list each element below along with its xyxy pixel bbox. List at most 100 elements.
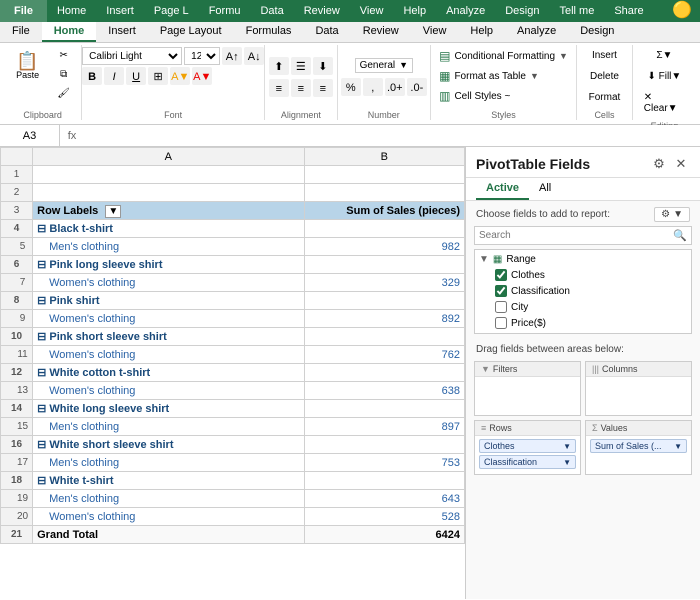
data-tab[interactable]: Data xyxy=(250,0,293,22)
ribbon-tab-review[interactable]: Review xyxy=(351,22,411,42)
cell-styles-button[interactable]: ▥ Cell Styles ~ xyxy=(432,87,575,105)
cell-b10[interactable] xyxy=(304,328,464,346)
align-middle-button[interactable]: ☰ xyxy=(291,57,311,75)
help-tab[interactable]: Help xyxy=(393,0,436,22)
ribbon-tab-design[interactable]: Design xyxy=(568,22,626,42)
home-tab[interactable]: Home xyxy=(47,0,96,22)
cell-b9[interactable]: 892 xyxy=(304,310,464,328)
font-size-select[interactable]: 12 xyxy=(184,47,220,65)
cell-b1[interactable] xyxy=(304,166,464,184)
percent-button[interactable]: % xyxy=(341,78,361,96)
clear-button[interactable]: ✕ Clear▼ xyxy=(639,89,690,117)
formulas-tab[interactable]: Formu xyxy=(199,0,251,22)
insert-tab[interactable]: Insert xyxy=(96,0,144,22)
cut-button[interactable]: ✂ xyxy=(50,47,78,64)
field-checkbox-price[interactable] xyxy=(495,317,507,329)
pivot-gear-button[interactable]: ⚙ xyxy=(650,155,668,173)
align-left-button[interactable]: ≡ xyxy=(269,79,289,97)
cell-b11[interactable]: 762 xyxy=(304,346,464,364)
align-top-button[interactable]: ⬆ xyxy=(269,57,289,75)
align-center-button[interactable]: ≡ xyxy=(291,79,311,97)
ribbon-tab-insert[interactable]: Insert xyxy=(96,22,148,42)
autosum-button[interactable]: Σ▼ xyxy=(650,47,678,64)
copy-button[interactable]: ⧉ xyxy=(50,66,78,83)
field-checkbox-classification[interactable] xyxy=(495,285,507,297)
ribbon-tab-home[interactable]: Home xyxy=(42,22,97,42)
border-button[interactable]: ⊞ xyxy=(148,67,168,85)
cell-b4[interactable] xyxy=(304,220,464,238)
cell-a18[interactable]: ⊟ White t-shirt xyxy=(33,472,304,490)
ribbon-tab-pagelayout[interactable]: Page Layout xyxy=(148,22,234,42)
cell-a17[interactable]: Men's clothing xyxy=(33,454,304,472)
paste-button[interactable]: 📋 Paste xyxy=(8,47,48,85)
field-group-range-header[interactable]: ▼ ▦ Range xyxy=(479,252,687,267)
format-as-table-button[interactable]: ▦ Format as Table ▼ xyxy=(432,67,575,85)
review-tab[interactable]: Review xyxy=(294,0,350,22)
analyze-tab[interactable]: Analyze xyxy=(436,0,495,22)
fill-color-button[interactable]: A▼ xyxy=(170,67,190,85)
cell-a15[interactable]: Men's clothing xyxy=(33,418,304,436)
cell-a8[interactable]: ⊟ Pink shirt xyxy=(33,292,304,310)
cell-b19[interactable]: 643 xyxy=(304,490,464,508)
cell-b18[interactable] xyxy=(304,472,464,490)
cell-a6[interactable]: ⊟ Pink long sleeve shirt xyxy=(33,256,304,274)
cell-a4[interactable]: ⊟ Black t-shirt xyxy=(33,220,304,238)
design-tab[interactable]: Design xyxy=(495,0,549,22)
rows-chip-classification-arrow[interactable]: ▼ xyxy=(563,458,571,467)
cell-b15[interactable]: 897 xyxy=(304,418,464,436)
insert-cells-button[interactable]: Insert xyxy=(585,47,624,64)
cell-b17[interactable]: 753 xyxy=(304,454,464,472)
cell-a12[interactable]: ⊟ White cotton t-shirt xyxy=(33,364,304,382)
cell-b3[interactable]: Sum of Sales (pieces) xyxy=(304,202,464,220)
format-painter-button[interactable]: 🖌 xyxy=(50,85,78,102)
increase-font-button[interactable]: A↑ xyxy=(222,47,242,65)
ribbon-tab-file[interactable]: File xyxy=(0,22,42,42)
cell-a11[interactable]: Women's clothing xyxy=(33,346,304,364)
cell-b14[interactable] xyxy=(304,400,464,418)
cell-b20[interactable]: 528 xyxy=(304,508,464,526)
cell-b5[interactable]: 982 xyxy=(304,238,464,256)
tell-me-tab[interactable]: Tell me xyxy=(549,0,604,22)
underline-button[interactable]: U xyxy=(126,67,146,85)
col-a-header[interactable]: A xyxy=(33,148,304,166)
cell-a3[interactable]: Row Labels ▼ xyxy=(33,202,304,220)
view-tab[interactable]: View xyxy=(350,0,394,22)
cell-a5[interactable]: Men's clothing xyxy=(33,238,304,256)
cell-b16[interactable] xyxy=(304,436,464,454)
increase-decimal-button[interactable]: .0+ xyxy=(385,78,405,96)
align-right-button[interactable]: ≡ xyxy=(313,79,333,97)
share-tab[interactable]: Share xyxy=(604,0,653,22)
cell-b2[interactable] xyxy=(304,184,464,202)
cell-a20[interactable]: Women's clothing xyxy=(33,508,304,526)
pagelayout-tab[interactable]: Page L xyxy=(144,0,199,22)
rows-chip-clothes[interactable]: Clothes ▼ xyxy=(479,439,576,453)
cell-a21[interactable]: Grand Total xyxy=(33,526,304,544)
field-checkbox-city[interactable] xyxy=(495,301,507,313)
cell-a7[interactable]: Women's clothing xyxy=(33,274,304,292)
italic-button[interactable]: I xyxy=(104,67,124,85)
rows-chip-classification[interactable]: Classification ▼ xyxy=(479,455,576,469)
col-b-header[interactable]: B xyxy=(304,148,464,166)
rows-chip-clothes-arrow[interactable]: ▼ xyxy=(563,442,571,451)
bold-button[interactable]: B xyxy=(82,67,102,85)
field-checkbox-clothes[interactable] xyxy=(495,269,507,281)
pivot-search-input[interactable] xyxy=(479,230,673,241)
values-chip-sum-sales-arrow[interactable]: ▼ xyxy=(674,442,682,451)
ribbon-tab-help[interactable]: Help xyxy=(458,22,505,42)
ribbon-tab-data[interactable]: Data xyxy=(303,22,350,42)
comma-button[interactable]: , xyxy=(363,78,383,96)
formula-input[interactable] xyxy=(84,125,700,146)
delete-cells-button[interactable]: Delete xyxy=(583,68,626,85)
ribbon-tab-view[interactable]: View xyxy=(411,22,459,42)
cell-a9[interactable]: Women's clothing xyxy=(33,310,304,328)
font-name-select[interactable]: Calibri Light xyxy=(82,47,182,65)
pivot-settings-button[interactable]: ⚙ ▼ xyxy=(654,207,690,222)
fill-button[interactable]: ⬇ Fill▼ xyxy=(642,68,686,85)
cell-b12[interactable] xyxy=(304,364,464,382)
ribbon-tab-formulas[interactable]: Formulas xyxy=(234,22,304,42)
cell-b21[interactable]: 6424 xyxy=(304,526,464,544)
decrease-font-button[interactable]: A↓ xyxy=(244,47,264,65)
align-bottom-button[interactable]: ⬇ xyxy=(313,57,333,75)
conditional-formatting-button[interactable]: ▤ Conditional Formatting ▼ xyxy=(432,47,575,65)
decrease-decimal-button[interactable]: .0- xyxy=(407,78,427,96)
